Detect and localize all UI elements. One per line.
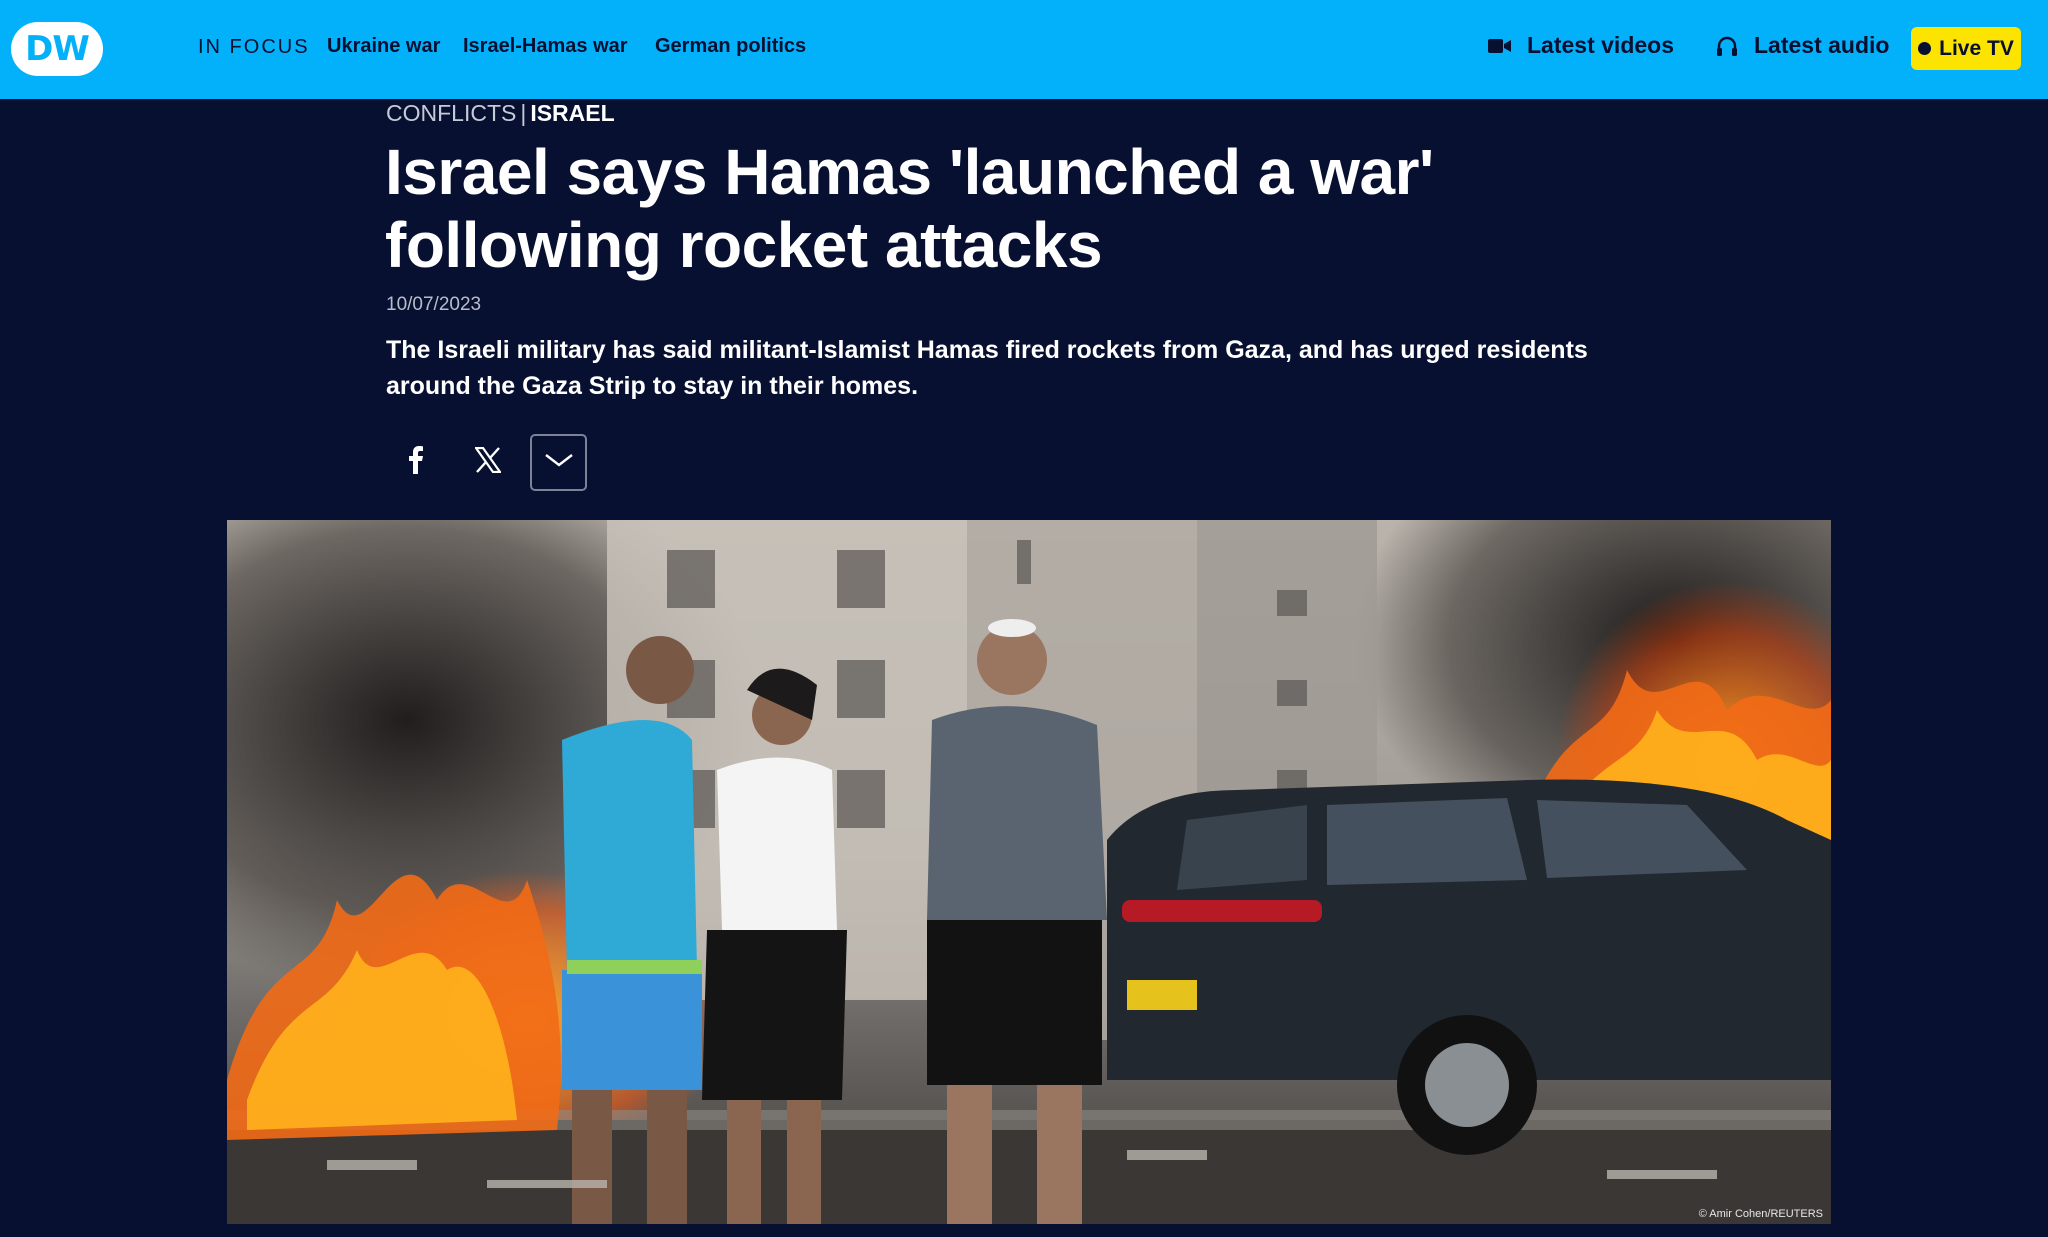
logo-text: DW (25, 29, 90, 69)
article-teaser: The Israeli military has said militant-I… (386, 336, 1588, 400)
article-kicker: CONFLICTS | ISRAEL (386, 100, 615, 127)
latest-videos-label: Latest videos (1527, 32, 1674, 58)
chevron-down-icon (544, 452, 574, 473)
focus-link-ukraine-war[interactable]: Ukraine war (327, 35, 440, 58)
share-more-button[interactable] (530, 434, 587, 491)
focus-link-german-politics[interactable]: German politics (655, 35, 806, 58)
live-tv-button[interactable]: Live TV (1911, 27, 2021, 70)
hero-scene-illustration (227, 520, 1831, 1224)
article-headline: Israel says Hamas 'launched a war' follo… (385, 136, 1434, 281)
kicker-separator: | (520, 100, 527, 126)
live-dot-icon (1918, 42, 1932, 55)
image-credit: © Amir Cohen/REUTERS (1698, 1208, 1823, 1220)
x-icon (473, 446, 502, 478)
latest-audio-label: Latest audio (1754, 32, 1890, 58)
dw-logo[interactable]: DW (11, 22, 103, 76)
top-navigation-bar: DW IN FOCUS Ukraine war Israel-Hamas war… (0, 0, 2048, 99)
article-date: 10/07/2023 (386, 294, 482, 315)
share-facebook-button[interactable] (387, 434, 444, 491)
headphones-icon (1714, 34, 1740, 58)
share-x-button[interactable] (459, 434, 516, 491)
kicker-category-link[interactable]: CONFLICTS (386, 100, 516, 126)
in-focus-label: IN FOCUS (198, 36, 310, 58)
live-tv-label: Live TV (1939, 36, 2014, 60)
video-camera-icon (1487, 34, 1513, 58)
facebook-icon (408, 446, 424, 479)
article-hero-image: © Amir Cohen/REUTERS (227, 520, 1831, 1224)
focus-link-israel-hamas-war[interactable]: Israel-Hamas war (463, 35, 628, 58)
damaged-car (1107, 779, 1831, 1155)
latest-audio-link[interactable]: Latest audio (1714, 32, 1889, 59)
kicker-topic-link[interactable]: ISRAEL (530, 100, 614, 126)
latest-videos-link[interactable]: Latest videos (1487, 32, 1674, 59)
